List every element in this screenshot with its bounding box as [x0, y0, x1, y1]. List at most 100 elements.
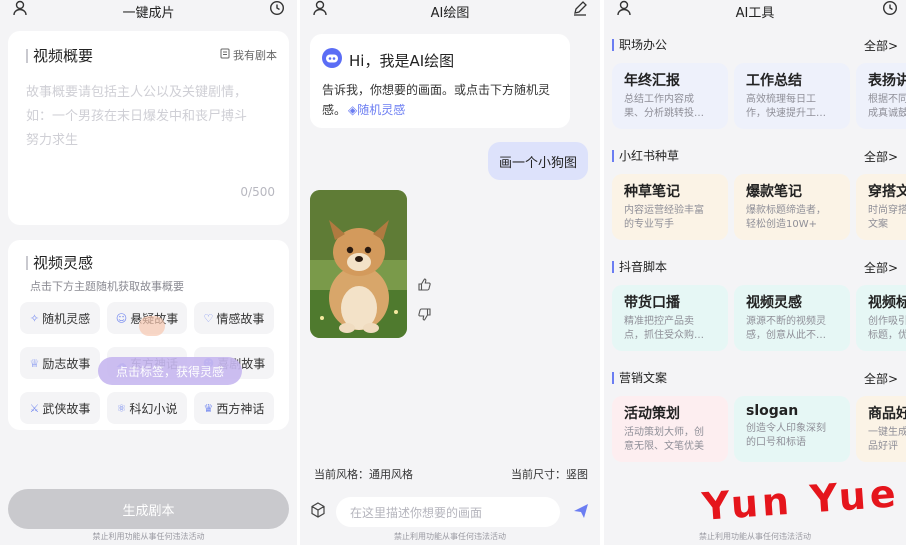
chip-label: 科幻小说	[129, 401, 178, 416]
top-bar: 一键成片	[0, 0, 297, 22]
inspiration-card: 视频灵感 点击下方主题随机获取故事概要 ✧随机灵感☺悬疑故事♡情感故事♕励志故事…	[8, 240, 289, 430]
tool-card[interactable]: 视频标 创作吸引 标题，优	[856, 285, 906, 351]
tool-description: 一键生成 品好评	[868, 427, 906, 452]
tool-title: 活动策划	[624, 406, 680, 422]
section-heading: 营销文案	[612, 369, 896, 386]
top-bar: AI绘图	[300, 0, 600, 22]
trophy-icon: ♕	[29, 356, 40, 370]
tool-description: 精准把控产品卖 点，抓住受众购…	[624, 316, 704, 341]
section-heading: 小红书种草	[612, 147, 896, 164]
prompt-input[interactable]: 在这里描述你想要的画面	[336, 497, 560, 527]
mask-icon: ☺	[115, 311, 128, 325]
document-icon	[220, 48, 230, 62]
tool-card[interactable]: 视频灵感 源源不断的视频灵 感，创意从此不…	[734, 285, 850, 351]
tool-card[interactable]: 年终汇报总结工作内容成 果、分析跳转投…	[612, 63, 728, 129]
script-link[interactable]: 我有剧本	[220, 47, 277, 63]
chip-label: 情感故事	[216, 311, 265, 326]
watermark-text: Yun Yue	[700, 471, 901, 529]
tool-card[interactable]: 带货口播精准把控产品卖 点，抓住受众购…	[612, 285, 728, 351]
random-inspiration-link[interactable]: ◈随机灵感	[348, 103, 405, 117]
screen-ai-tools: AI工具 职场办公 全部> 年终汇报 总结工作内容成 果、分析跳转投… 工作总结 高效梳理…	[604, 0, 906, 545]
page-title: AI工具	[735, 5, 775, 21]
view-all-link[interactable]: 全部>	[864, 259, 898, 276]
tool-description: 根据不同 成真诚鼓	[868, 94, 906, 119]
tool-description: 时尚穿搭 文案	[868, 205, 906, 230]
chip-label: 武侠故事	[42, 401, 91, 416]
overview-heading: 视频概要	[26, 45, 93, 66]
robot-icon	[322, 48, 342, 72]
tool-description: 创作吸引 标题，优	[868, 316, 906, 341]
page-title: 一键成片	[122, 5, 175, 21]
view-all-link[interactable]: 全部>	[864, 148, 898, 165]
inspiration-heading: 视频灵感	[26, 252, 93, 273]
user-icon[interactable]	[616, 0, 632, 20]
inspiration-chip[interactable]: ♛ 西方神话	[194, 392, 274, 424]
overview-input[interactable]: 故事概要请包括主人公以及关键剧情，如：一个男孩在末日爆发中和丧尸搏斗努力求生	[26, 81, 258, 153]
tool-card[interactable]: 活动策划活动策划大师，创 意无限、文笔优美	[612, 396, 728, 462]
tool-description: 爆款标题缔造者， 轻松创造10W+	[746, 205, 826, 230]
tool-description: 源源不断的视频灵 感，创意从此不…	[746, 316, 826, 341]
puppy-image[interactable]	[310, 190, 407, 338]
inspiration-chip[interactable]: ♡ 情感故事	[194, 302, 274, 334]
inspiration-chip[interactable]: ✧ 随机灵感	[20, 302, 100, 334]
section-heading: 抖音脚本	[612, 258, 896, 275]
tool-card[interactable]: 种草笔记内容运营经验丰富 的专业写手	[612, 174, 728, 240]
size-selector[interactable]: 当前尺寸：竖图	[511, 466, 588, 482]
tooltip-bubble: 点击标签，获得灵感	[98, 357, 242, 385]
inspiration-chip[interactable]: ⚛ 科幻小说	[107, 392, 187, 424]
user-icon[interactable]	[12, 0, 28, 20]
tool-description: 高效梳理每日工 作，快速提升工…	[746, 94, 826, 119]
section-title: 职场办公	[619, 38, 668, 52]
tool-card[interactable]: 商品好一键生成 品好评	[856, 396, 906, 462]
view-all-link[interactable]: 全部>	[864, 37, 898, 54]
tool-title: slogan	[746, 403, 799, 419]
generate-script-button[interactable]: 生成剧本	[8, 489, 289, 529]
tool-title: 种草笔记	[624, 184, 680, 200]
tool-card[interactable]: 爆款笔记爆款标题缔造者， 轻松创造10W+	[734, 174, 850, 240]
tool-title: 商品好	[868, 406, 906, 422]
tool-description: 创造令人印象深刻 的口号和标语	[746, 423, 826, 448]
char-counter: 0/500	[240, 185, 275, 199]
send-icon[interactable]	[572, 502, 590, 524]
inspiration-chip[interactable]: ⚔ 武侠故事	[20, 392, 100, 424]
cube-icon[interactable]	[310, 502, 326, 522]
tool-title: 年终汇报	[624, 73, 680, 89]
greeting-text: Hi，我是AI绘图	[349, 51, 455, 70]
hand-pointer-icon	[139, 316, 165, 336]
edit-icon[interactable]	[572, 0, 588, 20]
view-all-link[interactable]: 全部>	[864, 370, 898, 387]
style-selector[interactable]: 当前风格：通用风格	[314, 466, 413, 482]
user-icon[interactable]	[312, 0, 328, 20]
tool-title: 表扬讲	[868, 73, 906, 89]
tool-card[interactable]: 工作总结高效梳理每日工 作，快速提升工…	[734, 63, 850, 129]
inspiration-chip[interactable]: ♕ 励志故事	[20, 347, 100, 379]
tool-card[interactable]: 穿搭文时尚穿搭 文案	[856, 174, 906, 240]
section-title: 抖音脚本	[619, 260, 668, 274]
tool-title: 爆款笔记	[746, 184, 802, 200]
tool-card[interactable]: 表扬讲根据不同 成真诚鼓	[856, 63, 906, 129]
section-title: 营销文案	[619, 371, 668, 385]
top-bar: AI工具	[604, 0, 906, 22]
atom-icon: ⚛	[116, 401, 127, 415]
chip-label: 西方神话	[216, 401, 265, 416]
thumbs-up-icon[interactable]	[418, 278, 431, 295]
tool-title: 穿搭文	[868, 184, 906, 200]
crown-icon: ♛	[203, 401, 214, 415]
page-title: AI绘图	[430, 5, 470, 21]
tool-description: 总结工作内容成 果、分析跳转投…	[624, 94, 704, 119]
tool-title: 工作总结	[746, 73, 802, 89]
tool-description: 活动策划大师，创 意无限、文笔优美	[624, 427, 704, 452]
sword-icon: ⚔	[29, 401, 40, 415]
sparkle-icon: ✧	[29, 311, 40, 325]
assistant-greeting-card: Hi，我是AI绘图 告诉我，你想要的画面。或点击下方随机灵感。 ◈随机灵感	[310, 34, 570, 128]
tool-description: 内容运营经验丰富 的专业写手	[624, 205, 704, 230]
thumbs-down-icon[interactable]	[418, 308, 431, 325]
tool-title: 带货口播	[624, 295, 680, 311]
disclaimer: 禁止利用功能从事任何违法活动	[92, 532, 205, 541]
tool-card[interactable]: slogan 创造令人印象深刻 的口号和标语	[734, 396, 850, 462]
chip-label: 励志故事	[42, 356, 91, 371]
greeting-row: Hi，我是AI绘图	[322, 48, 454, 72]
history-icon[interactable]	[882, 0, 898, 20]
disclaimer: 禁止利用功能从事任何违法活动	[699, 532, 811, 541]
history-icon[interactable]	[269, 0, 285, 20]
